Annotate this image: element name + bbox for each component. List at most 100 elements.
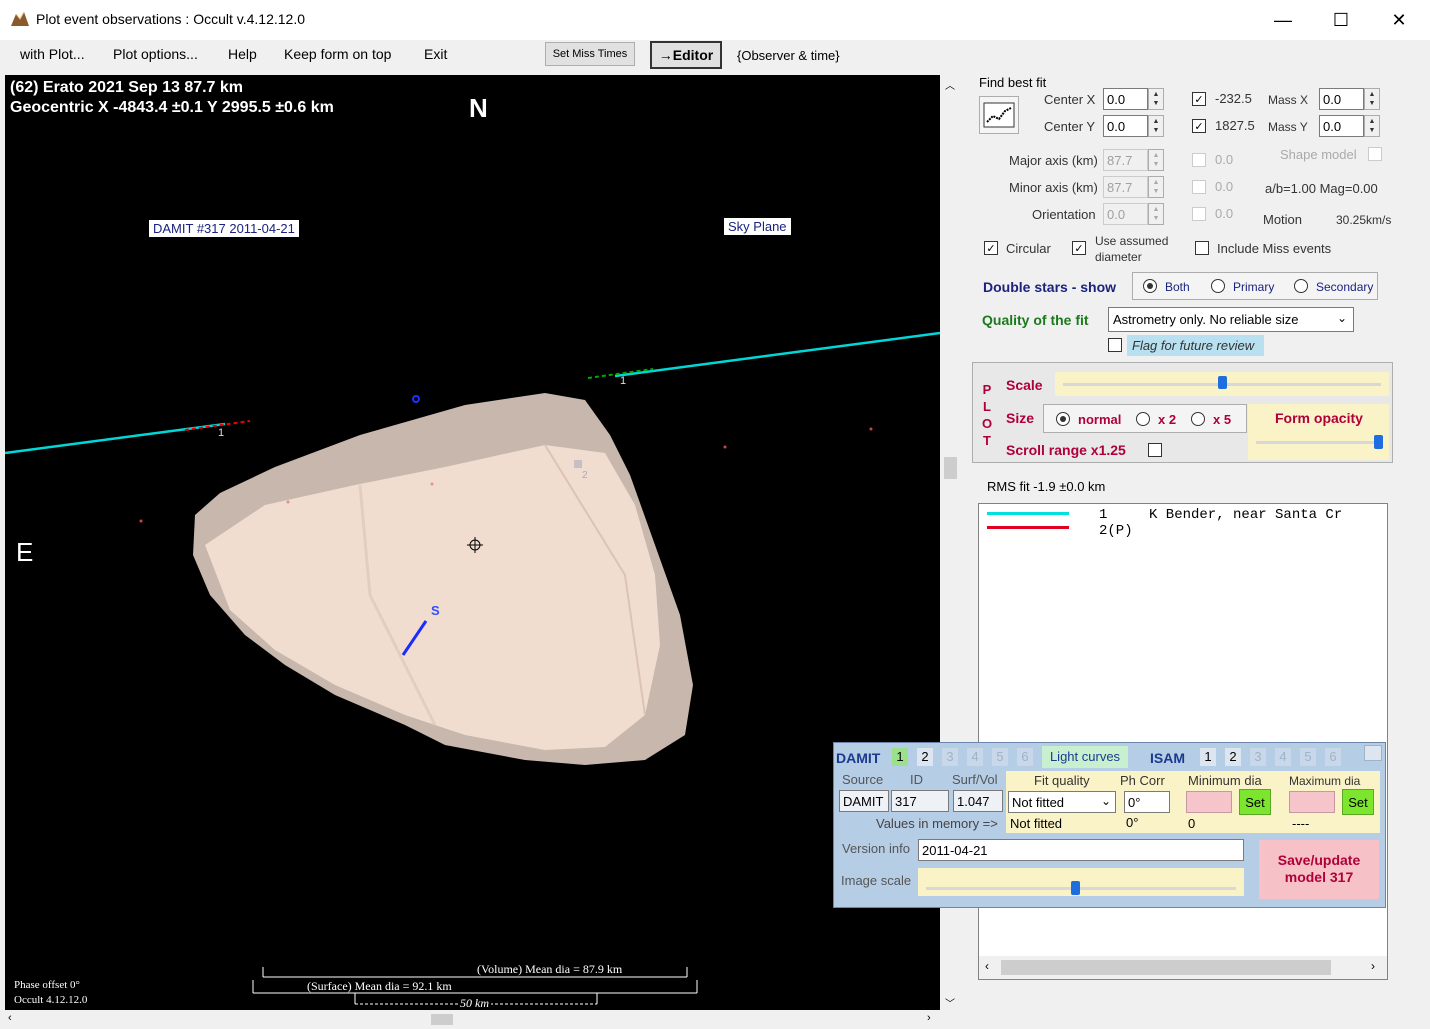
center-y-input[interactable] (1103, 115, 1148, 137)
app-icon (11, 11, 29, 26)
max-dia-set-button[interactable]: Set (1342, 789, 1374, 815)
isam-model-6[interactable]: 6 (1325, 748, 1341, 766)
damit-model-1[interactable]: 1 (892, 748, 908, 766)
quality-select[interactable]: Astrometry only. No reliable size ⌄ (1108, 307, 1354, 332)
minor-zero: 0.0 (1215, 179, 1234, 194)
surf-vol-header: Surf/Vol (952, 772, 998, 787)
flag-review-checkbox[interactable] (1108, 338, 1122, 352)
scroll-left-icon[interactable]: ‹ (8, 1012, 12, 1024)
orientation-spinner[interactable]: ▲ ▼ (1148, 203, 1164, 225)
menu-with-plot[interactable]: with Plot... (20, 46, 85, 62)
center-x-input[interactable] (1103, 88, 1148, 110)
damit-close-button[interactable] (1364, 745, 1382, 761)
both-label: Both (1165, 280, 1190, 294)
legend-hscrollbar[interactable]: ‹ › (979, 956, 1387, 979)
menu-exit[interactable]: Exit (424, 46, 447, 62)
min-dia-set-button[interactable]: Set (1239, 789, 1271, 815)
legend-scroll-right-icon[interactable]: › (1371, 959, 1375, 973)
scroll-down-icon[interactable]: ﹀ (945, 995, 955, 1010)
close-button[interactable]: ✕ (1370, 0, 1428, 40)
isam-model-3[interactable]: 3 (1250, 748, 1266, 766)
include-miss-checkbox[interactable] (1195, 241, 1209, 255)
legend-hscroll-thumb[interactable] (1001, 960, 1331, 975)
plot-vertical-label: PLOT (981, 382, 993, 448)
isam-model-2[interactable]: 2 (1225, 748, 1241, 766)
normal-radio[interactable] (1056, 412, 1070, 426)
find-best-fit-button[interactable] (979, 96, 1019, 134)
circular-checkbox[interactable]: ✓ (984, 241, 998, 255)
fix-minor-checkbox[interactable] (1192, 180, 1206, 194)
maximize-button[interactable]: ☐ (1312, 0, 1370, 40)
both-radio[interactable] (1143, 279, 1157, 293)
opacity-slider[interactable] (1256, 441, 1382, 444)
primary-radio[interactable] (1211, 279, 1225, 293)
observer-time-link[interactable]: {Observer & time} (737, 48, 840, 63)
legend-scroll-left-icon[interactable]: ‹ (985, 959, 989, 973)
center-y-spinner[interactable]: ▲ ▼ (1148, 115, 1164, 137)
opacity-slider-thumb[interactable] (1374, 435, 1383, 449)
surf-vol-field[interactable] (953, 790, 1003, 812)
scroll-up-icon[interactable]: ︿ (945, 77, 955, 92)
motion-label: Motion (1263, 212, 1303, 227)
plot-hscrollbar[interactable]: ‹ › (5, 1011, 940, 1028)
scroll-right-icon[interactable]: › (927, 1012, 931, 1024)
hscroll-thumb[interactable] (431, 1014, 453, 1025)
ph-corr-input[interactable] (1124, 791, 1170, 813)
secondary-radio[interactable] (1294, 279, 1308, 293)
scale-slider-thumb[interactable] (1218, 376, 1227, 389)
version-info-field[interactable] (918, 839, 1244, 861)
chord-line-2 (614, 331, 940, 378)
max-dia-input[interactable] (1289, 791, 1335, 813)
fix-orientation-checkbox[interactable] (1192, 207, 1206, 221)
minimize-button[interactable]: — (1254, 0, 1312, 40)
vscroll-thumb[interactable] (944, 457, 957, 479)
isam-model-5[interactable]: 5 (1300, 748, 1316, 766)
mass-y-spinner[interactable]: ▲ ▼ (1364, 115, 1380, 137)
set-miss-times-button[interactable]: Set Miss Times (545, 42, 635, 66)
shape-model-checkbox[interactable] (1368, 147, 1382, 161)
damit-model-4[interactable]: 4 (967, 748, 983, 766)
image-scale-slider[interactable] (918, 868, 1244, 896)
scale-slider[interactable] (1055, 372, 1389, 396)
orientation-input[interactable] (1103, 203, 1148, 225)
use-assumed-checkbox[interactable]: ✓ (1072, 241, 1086, 255)
id-field[interactable] (891, 790, 949, 812)
minor-axis-input[interactable] (1103, 176, 1148, 198)
mass-x-input[interactable] (1319, 88, 1364, 110)
damit-model-3[interactable]: 3 (942, 748, 958, 766)
isam-label: ISAM (1150, 750, 1185, 766)
x5-radio[interactable] (1191, 412, 1205, 426)
major-axis-spinner[interactable]: ▲ ▼ (1148, 149, 1164, 171)
fix-y-checkbox[interactable]: ✓ (1192, 119, 1206, 133)
plot-canvas[interactable]: (62) Erato 2021 Sep 13 87.7 km Geocentri… (5, 75, 940, 1010)
menu-keep-on-top[interactable]: Keep form on top (284, 46, 391, 62)
scroll-range-checkbox[interactable] (1148, 443, 1162, 457)
fit-chart-icon (983, 102, 1015, 128)
mass-y-input[interactable] (1319, 115, 1364, 137)
damit-model-2[interactable]: 2 (917, 748, 933, 766)
x2-radio[interactable] (1136, 412, 1150, 426)
source-field[interactable] (839, 790, 889, 812)
window-title: Plot event observations : Occult v.4.12.… (36, 11, 306, 27)
isam-model-1[interactable]: 1 (1200, 748, 1216, 766)
menu-help[interactable]: Help (228, 46, 257, 62)
damit-model-6[interactable]: 6 (1017, 748, 1033, 766)
fit-quality-header: Fit quality (1034, 773, 1090, 788)
fit-quality-select[interactable]: Not fitted ⌄ (1008, 791, 1116, 813)
fix-x-checkbox[interactable]: ✓ (1192, 92, 1206, 106)
light-curves-button[interactable]: Light curves (1042, 746, 1128, 768)
mass-x-spinner[interactable]: ▲ ▼ (1364, 88, 1380, 110)
mass-x-label: Mass X (1268, 93, 1309, 107)
center-y-label: Center Y (1044, 119, 1096, 134)
minor-axis-spinner[interactable]: ▲ ▼ (1148, 176, 1164, 198)
center-x-spinner[interactable]: ▲ ▼ (1148, 88, 1164, 110)
editor-button[interactable]: →Editor (650, 41, 722, 69)
damit-model-5[interactable]: 5 (992, 748, 1008, 766)
menu-plot-options[interactable]: Plot options... (113, 46, 198, 62)
save-update-model-button[interactable]: Save/update model 317 (1259, 840, 1379, 899)
image-scale-thumb[interactable] (1070, 881, 1080, 895)
major-axis-input[interactable] (1103, 149, 1148, 171)
min-dia-input[interactable] (1186, 791, 1232, 813)
isam-model-4[interactable]: 4 (1275, 748, 1291, 766)
fix-major-checkbox[interactable] (1192, 153, 1206, 167)
